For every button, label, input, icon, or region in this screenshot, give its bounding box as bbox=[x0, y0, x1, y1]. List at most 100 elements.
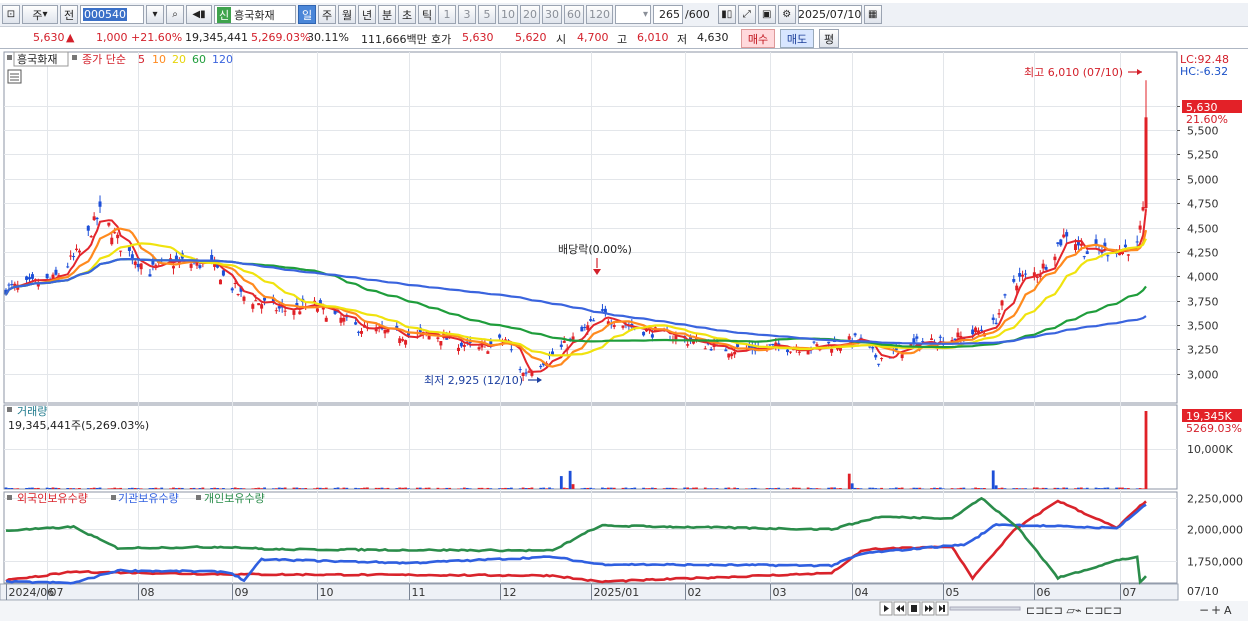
search-icon[interactable]: ⌕ bbox=[166, 5, 184, 24]
volume-bar bbox=[92, 487, 96, 489]
candle-body bbox=[198, 265, 202, 268]
stock-chart[interactable]: 2024/0607 08 09 10 11 12 2025/01 02 03 04 05 06 075,… bbox=[0, 51, 1248, 621]
candle-body bbox=[7, 284, 11, 286]
volume-bar bbox=[442, 488, 446, 489]
candle-body bbox=[1053, 256, 1057, 261]
volume-bar bbox=[1038, 488, 1042, 489]
candle-body bbox=[136, 263, 140, 268]
volume-bar bbox=[357, 488, 360, 489]
volume-bar bbox=[172, 487, 175, 489]
scroll-track[interactable] bbox=[949, 606, 1021, 611]
volume-bar bbox=[662, 488, 666, 489]
candle-body bbox=[912, 338, 916, 343]
custom-period-select[interactable]: ▾ bbox=[615, 5, 651, 24]
minus-icon[interactable]: − bbox=[1199, 603, 1209, 617]
dropdown-chevron-icon[interactable]: ▾ bbox=[146, 5, 164, 24]
candle-body bbox=[724, 349, 728, 352]
candle-body bbox=[342, 317, 346, 322]
candle-body bbox=[1126, 254, 1130, 256]
period-tab-minute[interactable]: 분 bbox=[378, 5, 396, 24]
volume-bar bbox=[75, 488, 78, 489]
volume-bar bbox=[154, 487, 158, 489]
x-axis-label: 07 bbox=[50, 586, 64, 599]
volume-bar bbox=[612, 487, 616, 489]
minute-30-button[interactable]: 30 bbox=[542, 5, 562, 24]
period-tab-tick[interactable]: 틱 bbox=[418, 5, 436, 24]
new-listing-badge: 신 bbox=[217, 6, 232, 23]
candle-body bbox=[110, 237, 114, 245]
jeon-button[interactable]: 전 bbox=[60, 5, 78, 24]
candle-body bbox=[242, 296, 246, 301]
volume-bar bbox=[78, 487, 81, 489]
candle-body bbox=[274, 310, 278, 312]
volume-bar bbox=[489, 488, 493, 489]
x-axis-label: 2025/01 bbox=[594, 586, 640, 599]
volume-bar bbox=[809, 488, 813, 489]
minute-1-button[interactable]: 1 bbox=[438, 5, 456, 24]
candle-body bbox=[230, 288, 234, 291]
volume-bar bbox=[601, 487, 604, 489]
sell-button[interactable]: 매도 bbox=[780, 29, 814, 48]
eval-button[interactable]: 평 bbox=[819, 29, 839, 48]
volume-bar bbox=[336, 487, 340, 489]
buy-button[interactable]: 매수 bbox=[741, 29, 775, 48]
volume-bar bbox=[606, 487, 610, 489]
period-tab-year[interactable]: 년 bbox=[358, 5, 376, 24]
volume-bar bbox=[524, 488, 528, 489]
candle-body bbox=[650, 334, 654, 338]
font-size-icon[interactable]: A bbox=[1224, 604, 1232, 617]
period-tab-second[interactable]: 초 bbox=[398, 5, 416, 24]
volume-bar bbox=[747, 488, 751, 489]
plus-icon[interactable]: + bbox=[1211, 603, 1221, 617]
market-type-select[interactable]: 주 ▾ bbox=[22, 5, 58, 24]
volume-bar bbox=[827, 487, 831, 489]
volume-bar bbox=[292, 487, 296, 489]
volume-bar bbox=[1135, 488, 1139, 489]
candle-body bbox=[930, 338, 934, 340]
holding-axis-label: 2,000,000 bbox=[1187, 524, 1243, 537]
minute-60-button[interactable]: 60 bbox=[564, 5, 584, 24]
candle-body bbox=[119, 250, 123, 252]
minute-5-button[interactable]: 5 bbox=[478, 5, 496, 24]
volume-bar bbox=[551, 488, 554, 489]
volume-bar bbox=[897, 487, 901, 489]
zoom-tools-icon[interactable]: ⊏⊐⊏⊐ ▱⌁ ⊏⊐⊏⊐ bbox=[1026, 604, 1122, 617]
calendar-icon[interactable]: ▦ bbox=[863, 5, 882, 24]
candle-body bbox=[277, 306, 281, 309]
candle-body bbox=[66, 266, 70, 268]
volume-bar bbox=[1138, 488, 1142, 489]
candle-body bbox=[771, 343, 775, 345]
bar-count-input[interactable]: 265 bbox=[653, 5, 683, 24]
minute-3-button[interactable]: 3 bbox=[458, 5, 476, 24]
bar-count-total: /600 bbox=[685, 8, 710, 21]
save-icon[interactable]: ▣ bbox=[757, 5, 776, 24]
gear-icon[interactable]: ⚙ bbox=[777, 5, 796, 24]
volume-bar bbox=[271, 488, 275, 489]
volume-bar bbox=[1053, 487, 1057, 489]
stock-code-input[interactable]: 000540 bbox=[80, 5, 144, 24]
volume-bar bbox=[621, 487, 625, 489]
volume-bar bbox=[589, 487, 593, 489]
candle-body bbox=[518, 369, 522, 371]
candle-body bbox=[994, 322, 998, 324]
minute-120-button[interactable]: 120 bbox=[586, 5, 613, 24]
speaker-select[interactable]: ◀▮ bbox=[186, 5, 212, 24]
date-input[interactable]: 2025/07/10 bbox=[797, 5, 862, 24]
volume-bar bbox=[983, 488, 986, 489]
draw-tool-icon[interactable]: ⤢ bbox=[737, 5, 756, 24]
window-menu-icon[interactable]: ⊡ bbox=[2, 5, 20, 24]
volume-bar bbox=[230, 488, 234, 489]
volume-bar bbox=[853, 487, 857, 489]
candle-body bbox=[72, 256, 76, 258]
candle-body bbox=[768, 344, 772, 346]
period-tab-month[interactable]: 월 bbox=[338, 5, 356, 24]
minute-20-button[interactable]: 20 bbox=[520, 5, 540, 24]
minute-10-button[interactable]: 10 bbox=[498, 5, 518, 24]
candle-body bbox=[880, 358, 884, 360]
period-tab-week[interactable]: 주 bbox=[318, 5, 336, 24]
volume-bar bbox=[712, 488, 716, 489]
stock-name-field[interactable]: 신 흥국화재 bbox=[214, 5, 296, 24]
candle-settings-icon[interactable]: ▮▯ bbox=[717, 5, 736, 24]
candle-body bbox=[812, 341, 816, 343]
period-tab-day[interactable]: 일 bbox=[298, 5, 316, 24]
